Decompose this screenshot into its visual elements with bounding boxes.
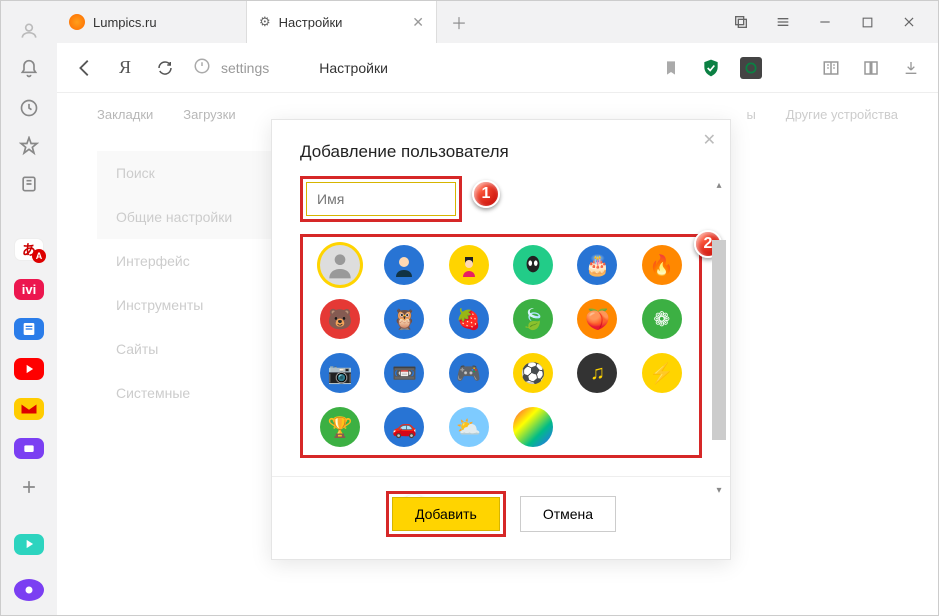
- avatar-default[interactable]: [320, 245, 360, 285]
- name-input-highlight: [300, 176, 462, 222]
- address-title: Настройки: [319, 60, 388, 76]
- orange-favicon: [69, 14, 85, 30]
- avatar-trophy[interactable]: 🏆: [320, 407, 360, 447]
- bookmark-icon[interactable]: [660, 57, 682, 79]
- avatar-gamepad[interactable]: 🎮: [449, 353, 489, 393]
- maximize-icon[interactable]: [858, 13, 876, 31]
- address-bar: Я settings Настройки: [57, 43, 938, 93]
- play-app-icon[interactable]: [14, 534, 44, 556]
- star-icon[interactable]: [15, 136, 43, 156]
- avatar-flower[interactable]: ❁: [642, 299, 682, 339]
- profile-icon[interactable]: [15, 21, 43, 41]
- avatar-fire[interactable]: 🔥: [642, 245, 682, 285]
- avatar-bolt[interactable]: ⚡: [642, 353, 682, 393]
- ublock-icon[interactable]: [740, 57, 762, 79]
- lock-icon: [193, 57, 211, 78]
- add-user-dialog: ✕ Добавление пользователя 1 🎂 🔥 🐻 🦉 🍓 🍃 …: [271, 119, 731, 560]
- avatar-cassette[interactable]: 📼: [384, 353, 424, 393]
- docs-app-icon[interactable]: [14, 318, 44, 340]
- avatar-owl[interactable]: 🦉: [384, 299, 424, 339]
- menu-icon[interactable]: [774, 13, 792, 31]
- avatar-grid-highlight: 🎂 🔥 🐻 🦉 🍓 🍃 🍑 ❁ 📷 📼 🎮 ⚽ ♫ ⚡ 🏆 🚗 ⛅: [300, 234, 702, 458]
- tab-label: Настройки: [279, 15, 343, 30]
- add-button-highlight: Добавить: [386, 491, 506, 537]
- avatar-camera[interactable]: 📷: [320, 353, 360, 393]
- reader-icon[interactable]: [820, 57, 842, 79]
- tab-lumpics[interactable]: Lumpics.ru: [57, 1, 247, 43]
- avatar-rainbow[interactable]: [513, 407, 553, 447]
- close-window-icon[interactable]: [900, 13, 918, 31]
- history-icon[interactable]: [15, 98, 43, 118]
- scroll-up-icon[interactable]: ▴: [712, 180, 726, 194]
- avatar-soccer[interactable]: ⚽: [513, 353, 553, 393]
- new-tab-button[interactable]: ＋: [443, 6, 475, 38]
- reload-button[interactable]: [153, 56, 177, 80]
- window-controls: [732, 1, 938, 43]
- avatar-leaf[interactable]: 🍃: [513, 299, 553, 339]
- avatar-peach[interactable]: 🍑: [577, 299, 617, 339]
- mail-app-icon[interactable]: [14, 398, 44, 420]
- tab-settings[interactable]: ⚙ Настройки ✕: [247, 1, 437, 43]
- avatar-bear[interactable]: 🐻: [320, 299, 360, 339]
- translate-app-icon[interactable]: あA: [14, 238, 44, 260]
- avatar-alien[interactable]: [513, 245, 553, 285]
- avatar-grid: 🎂 🔥 🐻 🦉 🍓 🍃 🍑 ❁ 📷 📼 🎮 ⚽ ♫ ⚡ 🏆 🚗 ⛅: [311, 245, 691, 447]
- purple-app-icon[interactable]: [14, 438, 44, 460]
- dialog-scrollbar[interactable]: ▴ ▾: [712, 180, 728, 499]
- ivi-app-icon[interactable]: ivi: [14, 279, 44, 301]
- extension-icons: [660, 57, 922, 79]
- youtube-app-icon[interactable]: [14, 358, 44, 380]
- dialog-divider: [272, 476, 730, 477]
- avatar-music[interactable]: ♫: [577, 353, 617, 393]
- collection-icon[interactable]: [15, 174, 43, 194]
- avatar-car[interactable]: 🚗: [384, 407, 424, 447]
- cancel-button[interactable]: Отмена: [520, 496, 616, 532]
- add-app-icon[interactable]: [15, 477, 43, 497]
- minimize-icon[interactable]: [816, 13, 834, 31]
- scroll-down-icon[interactable]: ▾: [712, 485, 726, 499]
- download-icon[interactable]: [900, 57, 922, 79]
- bell-icon[interactable]: [15, 59, 43, 79]
- dialog-title: Добавление пользователя: [272, 142, 730, 176]
- yandex-button[interactable]: Я: [113, 56, 137, 80]
- tab-bar: Lumpics.ru ⚙ Настройки ✕ ＋: [57, 1, 938, 43]
- address-box[interactable]: settings Настройки: [193, 57, 644, 78]
- dialog-footer: 3 Добавить Отмена: [272, 491, 730, 537]
- name-input[interactable]: [306, 182, 456, 216]
- back-button[interactable]: [73, 56, 97, 80]
- alice-app-icon[interactable]: [14, 579, 44, 601]
- app-sidebar: あA ivi: [1, 1, 57, 615]
- annotation-marker-1: 1: [472, 180, 500, 208]
- avatar-woman[interactable]: [449, 245, 489, 285]
- close-icon[interactable]: ✕: [412, 14, 424, 31]
- address-path: settings: [221, 60, 269, 76]
- tab-label: Lumpics.ru: [93, 15, 157, 30]
- avatar-strawberry[interactable]: 🍓: [449, 299, 489, 339]
- avatar-person-blue[interactable]: [384, 245, 424, 285]
- adguard-icon[interactable]: [700, 57, 722, 79]
- scroll-thumb[interactable]: [712, 240, 726, 440]
- dialog-close-icon[interactable]: ✕: [703, 130, 716, 150]
- extensions-icon[interactable]: [860, 57, 882, 79]
- download-green-icon[interactable]: [780, 57, 802, 79]
- avatar-weather[interactable]: ⛅: [449, 407, 489, 447]
- gear-icon: ⚙: [259, 14, 271, 30]
- copy-icon[interactable]: [732, 13, 750, 31]
- avatar-cake[interactable]: 🎂: [577, 245, 617, 285]
- add-button[interactable]: Добавить: [392, 497, 500, 531]
